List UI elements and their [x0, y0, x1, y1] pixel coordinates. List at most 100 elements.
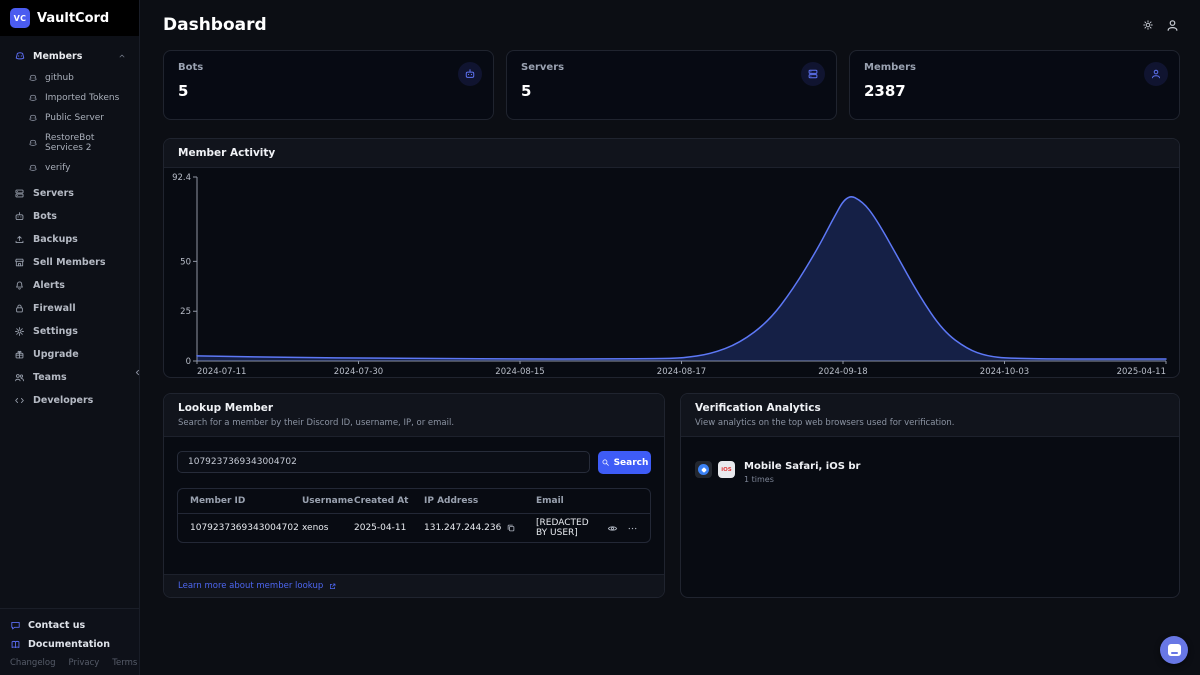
sidebar-item-sell-members[interactable]: Sell Members	[8, 251, 131, 274]
topbar: Dashboard	[140, 0, 1200, 50]
bell-icon	[14, 280, 25, 291]
discord-icon	[28, 138, 38, 148]
page-title: Dashboard	[163, 15, 267, 35]
brand-name: VaultCord	[37, 11, 109, 26]
sidebar-item-label: Alerts	[33, 280, 65, 291]
subitem-label: RestoreBot Services 2	[45, 133, 127, 153]
code-icon	[14, 395, 25, 406]
ip-address-cell: 131.247.244.236	[412, 523, 524, 533]
eye-icon[interactable]	[607, 523, 618, 534]
chat-widget-button[interactable]	[1160, 636, 1188, 664]
member-id-cell: 1079237369343004702	[178, 523, 290, 533]
stat-card-servers: Servers 5	[506, 50, 837, 120]
sidebar-item-bots[interactable]: Bots	[8, 205, 131, 228]
lookup-footer-link[interactable]: Learn more about member lookup	[164, 574, 664, 597]
sidebar-subitem-verify[interactable]: verify	[8, 158, 131, 178]
book-icon	[10, 639, 21, 650]
username-cell: xenos	[290, 523, 342, 533]
search-button-label: Search	[614, 458, 649, 468]
bot-icon	[14, 211, 25, 222]
sidebar-item-settings[interactable]: Settings	[8, 320, 131, 343]
copy-icon[interactable]	[506, 523, 516, 533]
sidebar-subitem-imported-tokens[interactable]: Imported Tokens	[8, 88, 131, 108]
verification-title: Verification Analytics	[695, 402, 1165, 414]
stat-card-members: Members 2387	[849, 50, 1180, 120]
chevron-up-icon[interactable]	[117, 51, 127, 61]
sidebar: VC VaultCord Members github Imported Toke…	[0, 0, 140, 675]
brand[interactable]: VC VaultCord	[0, 0, 139, 36]
footer-item-label: Documentation	[28, 639, 110, 650]
sidebar-item-upgrade[interactable]: Upgrade	[8, 343, 131, 366]
sidebar-item-label: Backups	[33, 234, 78, 245]
svg-text:2025-04-11: 2025-04-11	[1117, 367, 1166, 377]
footer-item-label: Contact us	[28, 620, 85, 631]
stat-card-bots: Bots 5	[163, 50, 494, 120]
lookup-footer-label: Learn more about member lookup	[178, 581, 323, 591]
subitem-label: github	[45, 73, 74, 83]
sidebar-subitem-github[interactable]: github	[8, 68, 131, 88]
legal-link-privacy[interactable]: Privacy	[69, 658, 100, 668]
sidebar-subitem-public-server[interactable]: Public Server	[8, 108, 131, 128]
profile-icon[interactable]	[1165, 18, 1180, 33]
sidebar-item-label: Settings	[33, 326, 78, 337]
verification-item: iOS Mobile Safari, iOS br 1 times	[681, 437, 1179, 484]
theme-toggle-icon[interactable]	[1142, 19, 1154, 31]
legal-links: ChangelogPrivacyTerms	[10, 654, 129, 670]
lookup-member-card: Lookup Member Search for a member by the…	[163, 393, 665, 598]
member-search-input[interactable]	[177, 451, 590, 473]
stat-value: 2387	[864, 82, 1165, 100]
sidebar-group-members[interactable]: Members	[8, 46, 131, 68]
sidebar-item-backups[interactable]: Backups	[8, 228, 131, 251]
chart-title: Member Activity	[178, 147, 1165, 159]
sidebar-subitem-restorebot-services-2[interactable]: RestoreBot Services 2	[8, 128, 131, 158]
servers-icon	[14, 188, 25, 199]
table-header-created-at: Created At	[342, 496, 412, 506]
backup-icon	[14, 234, 25, 245]
svg-text:2024-07-30: 2024-07-30	[334, 367, 383, 377]
verification-subtitle: View analytics on the top web browsers u…	[695, 418, 1165, 428]
sidebar-items: Servers Bots Backups Sell Members Alerts Fire…	[8, 182, 131, 412]
row-menu-icon[interactable]	[627, 523, 638, 534]
user-icon	[1144, 62, 1168, 86]
svg-text:0: 0	[186, 357, 191, 367]
svg-text:25: 25	[180, 307, 191, 317]
sidebar-collapse-icon[interactable]	[132, 363, 139, 382]
footer-item-contact-us[interactable]: Contact us	[10, 616, 129, 635]
shop-icon	[14, 257, 25, 268]
verification-header: Verification Analytics View analytics on…	[681, 394, 1179, 437]
sidebar-item-alerts[interactable]: Alerts	[8, 274, 131, 297]
sidebar-item-servers[interactable]: Servers	[8, 182, 131, 205]
sidebar-item-label: Upgrade	[33, 349, 79, 360]
search-button[interactable]: Search	[598, 451, 651, 474]
sidebar-item-teams[interactable]: Teams	[8, 366, 131, 389]
legal-link-terms[interactable]: Terms	[112, 658, 137, 668]
ios-icon: iOS	[718, 461, 735, 478]
svg-text:92.4: 92.4	[172, 173, 191, 183]
svg-text:2024-07-11: 2024-07-11	[197, 367, 246, 377]
sidebar-item-label: Servers	[33, 188, 74, 199]
safari-icon	[695, 461, 712, 478]
svg-text:2024-09-18: 2024-09-18	[818, 367, 867, 377]
sidebar-item-developers[interactable]: Developers	[8, 389, 131, 412]
lookup-results-table: Member IDUsernameCreated AtIP AddressEma…	[177, 488, 651, 543]
table-header-ip-address: IP Address	[412, 496, 524, 506]
created-at-cell: 2025-04-11	[342, 523, 412, 533]
discord-icon	[14, 50, 26, 62]
chat-icon	[10, 620, 21, 631]
table-header-email: Email	[524, 496, 594, 506]
svg-text:2024-08-15: 2024-08-15	[495, 367, 544, 377]
discord-icon	[28, 73, 38, 83]
legal-link-changelog[interactable]: Changelog	[10, 658, 56, 668]
member-activity-chart: 0255092.42024-07-112024-07-302024-08-152…	[164, 168, 1179, 378]
subitem-label: Imported Tokens	[45, 93, 119, 103]
discord-icon	[28, 163, 38, 173]
stat-value: 5	[178, 82, 479, 100]
gift-icon	[14, 349, 25, 360]
sidebar-item-firewall[interactable]: Firewall	[8, 297, 131, 320]
email-cell: [REDACTED BY USER]	[524, 518, 594, 538]
lookup-subtitle: Search for a member by their Discord ID,…	[178, 418, 650, 428]
sidebar-item-label: Sell Members	[33, 257, 105, 268]
footer-item-documentation[interactable]: Documentation	[10, 635, 129, 654]
search-icon	[601, 458, 610, 467]
lookup-title: Lookup Member	[178, 402, 650, 414]
